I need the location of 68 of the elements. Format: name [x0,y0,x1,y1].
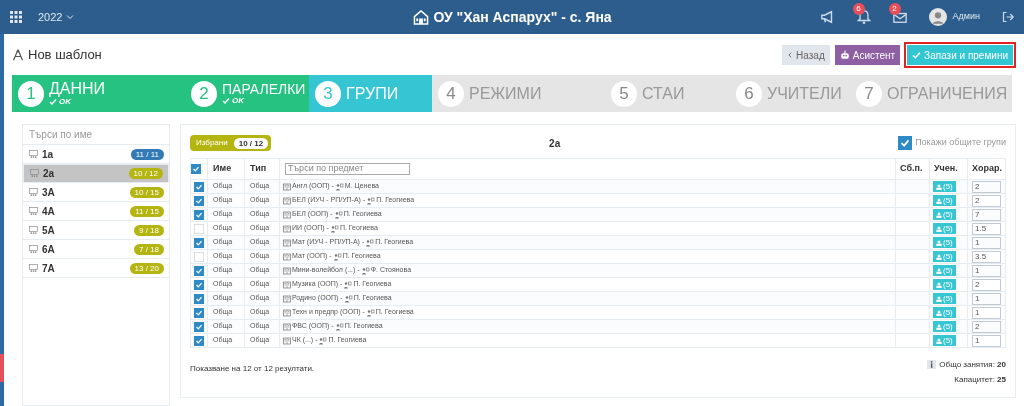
count-badge: 2 [888,3,901,15]
wizard-step[interactable]: 7 ОГРАНИЧЕНИЯ [850,75,1012,112]
results-summary: Показване на 12 от 12 резултати. [190,363,315,375]
class-heading: 2а [549,136,561,151]
hours-field[interactable]: 1 [972,306,1001,319]
step-status: OK [222,97,306,105]
count-badge: 11 / 11 [130,148,164,160]
hours-field[interactable]: 2 [972,180,1001,193]
app-title: ОУ "Хан Аспарух" - с. Яна [433,7,612,27]
page-title: Нов шаблон [28,46,102,65]
step-label: ОГРАНИЧЕНИЯ [887,85,1008,102]
count-badge: 7 / 18 [134,243,164,255]
hours-field[interactable]: 2 [972,320,1001,333]
wizard-step[interactable]: 6 УЧИТЕЛИ [730,75,850,112]
step-label: ГРУПИ [346,85,399,102]
step-label: РЕЖИМИ [469,85,542,102]
hours-field[interactable]: 2 [972,194,1001,207]
column-header: Учен. [934,163,958,174]
class-list-item[interactable]: 2а 10 / 12 [23,164,169,183]
hours-field[interactable]: 1 [972,292,1001,305]
class-name: 6А [42,242,56,257]
search-field[interactable]: Търси по предмет [285,163,410,175]
hours-field[interactable]: 1.5 [972,222,1001,235]
hours-field[interactable]: 1 [972,334,1001,347]
step-status: OK [49,98,106,106]
class-name: 4А [42,204,56,219]
back-button[interactable]: Назад [782,45,830,65]
hours-field[interactable]: 3.5 [972,250,1001,263]
capacity: Капацитет: 25 [954,374,1006,386]
step-number: 2 [191,80,217,107]
count-badge: 10 / 12 [128,168,163,179]
hours-field[interactable]: 1 [972,236,1001,249]
column-header: Хорар. [972,163,1002,174]
step-number: 5 [611,80,637,107]
count-badge: 6 [852,3,865,15]
year-dropdown[interactable]: 2022 [38,8,75,26]
selected-count: 10 / 12 [233,137,269,149]
step-label: СТАИ [642,85,685,102]
column-header: Тип [250,163,267,174]
step-number: 3 [315,80,341,107]
class-name: 2а [43,167,56,181]
count-badge: 10 / 15 [129,186,164,198]
step-label: ПАРАЛЕЛКИ [222,82,306,96]
checkbox-label: Покажи общите групи [915,136,1006,150]
selected-label: Избрани [196,137,228,149]
hours-field[interactable]: 7 [972,208,1001,221]
class-name: 5А [42,223,56,238]
hours-field[interactable]: 1 [972,264,1001,277]
wizard-step[interactable]: 4 РЕЖИМИ [432,75,605,112]
class-name: 1а [42,147,55,162]
step-number: 6 [736,80,762,107]
hours-field[interactable]: 2 [972,278,1001,291]
user-name[interactable]: Админ [952,10,980,24]
count-badge: 11 / 15 [130,205,164,217]
assistant-button[interactable]: Асистент [834,45,901,65]
column-header: Име [213,163,232,174]
step-label: ДАННИ [49,81,106,97]
count-badge: 9 / 18 [134,224,164,236]
count-badge: 13 / 20 [129,262,164,274]
class-name: 7А [42,261,56,276]
step-number: 1 [18,80,44,107]
wizard-step[interactable]: 5 СТАИ [605,75,730,112]
step-label: УЧИТЕЛИ [767,85,842,102]
class-name: 3А [42,185,56,200]
column-header: Сб.п. [900,163,923,174]
step-number: 7 [856,80,882,107]
step-number: 4 [438,80,464,107]
total-lessons: Общо занятия: 20 [939,358,1006,371]
